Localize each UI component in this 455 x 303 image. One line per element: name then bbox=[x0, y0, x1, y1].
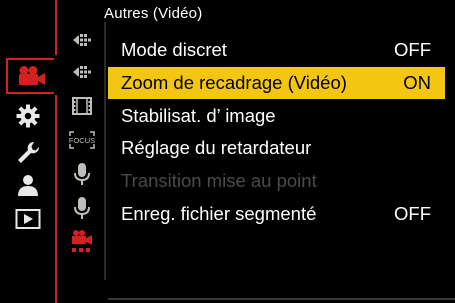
wrench-icon bbox=[15, 140, 41, 166]
video-camera-icon bbox=[16, 65, 46, 87]
photo-subtab-icon bbox=[70, 30, 94, 50]
subtab-video-other[interactable] bbox=[60, 226, 104, 258]
menu-item-value: OFF bbox=[394, 202, 431, 224]
menu-item-transition-map: Transition mise au point bbox=[108, 165, 445, 198]
camera-menu-screen: Autres (Vidéo) FOCUS Mode discret OFF Zo… bbox=[0, 0, 455, 303]
menu-item-value: OFF bbox=[394, 39, 431, 61]
playback-icon bbox=[15, 208, 41, 230]
subtab-photo[interactable] bbox=[60, 24, 104, 56]
menu-item-label: Réglage du retardateur bbox=[121, 137, 312, 159]
menu-item-label: Transition mise au point bbox=[121, 170, 317, 192]
video-subtab-icon bbox=[70, 62, 94, 82]
category-settings[interactable] bbox=[0, 100, 56, 132]
subtab-focus[interactable]: FOCUS bbox=[60, 124, 104, 156]
menu-item-label: Zoom de recadrage (Vidéo) bbox=[121, 72, 347, 94]
gear-icon bbox=[16, 104, 40, 128]
microphone-icon bbox=[73, 162, 91, 186]
subtab-video[interactable] bbox=[60, 56, 104, 88]
svg-text:FOCUS: FOCUS bbox=[69, 136, 95, 145]
category-user[interactable] bbox=[0, 169, 56, 201]
video-other-icon bbox=[69, 229, 95, 255]
category-column bbox=[0, 0, 56, 303]
menu-item-retardateur[interactable]: Réglage du retardateur bbox=[108, 132, 445, 165]
menu-item-value: ON bbox=[403, 72, 431, 94]
subtab-film[interactable] bbox=[60, 90, 104, 122]
menu-item-label: Stabilisat. d’ image bbox=[121, 104, 276, 126]
menu-item-label: Enreg. fichier segmenté bbox=[121, 202, 317, 224]
focus-icon: FOCUS bbox=[68, 130, 96, 150]
menu-item-stabilisation[interactable]: Stabilisat. d’ image bbox=[108, 99, 445, 132]
person-icon bbox=[16, 173, 40, 197]
category-setup[interactable] bbox=[0, 137, 56, 169]
bottom-divider bbox=[108, 298, 455, 300]
category-video[interactable] bbox=[6, 58, 54, 94]
subtab-column: FOCUS bbox=[60, 20, 104, 280]
subtab-audio-2[interactable] bbox=[60, 192, 104, 224]
menu-item-zoom-recadrage[interactable]: Zoom de recadrage (Vidéo) ON bbox=[108, 66, 445, 100]
subtab-audio[interactable] bbox=[60, 158, 104, 190]
menu-item-label: Mode discret bbox=[121, 39, 227, 61]
menu-list: Mode discret OFF Zoom de recadrage (Vidé… bbox=[108, 34, 445, 230]
menu-item-fichier-segmente[interactable]: Enreg. fichier segmenté OFF bbox=[108, 197, 445, 230]
page-title: Autres (Vidéo) bbox=[104, 5, 203, 22]
menu-item-mode-discret[interactable]: Mode discret OFF bbox=[108, 34, 445, 67]
column-separator bbox=[104, 22, 106, 280]
microphone-icon-2 bbox=[73, 196, 91, 220]
category-playback[interactable] bbox=[0, 203, 56, 235]
film-icon bbox=[71, 96, 93, 116]
